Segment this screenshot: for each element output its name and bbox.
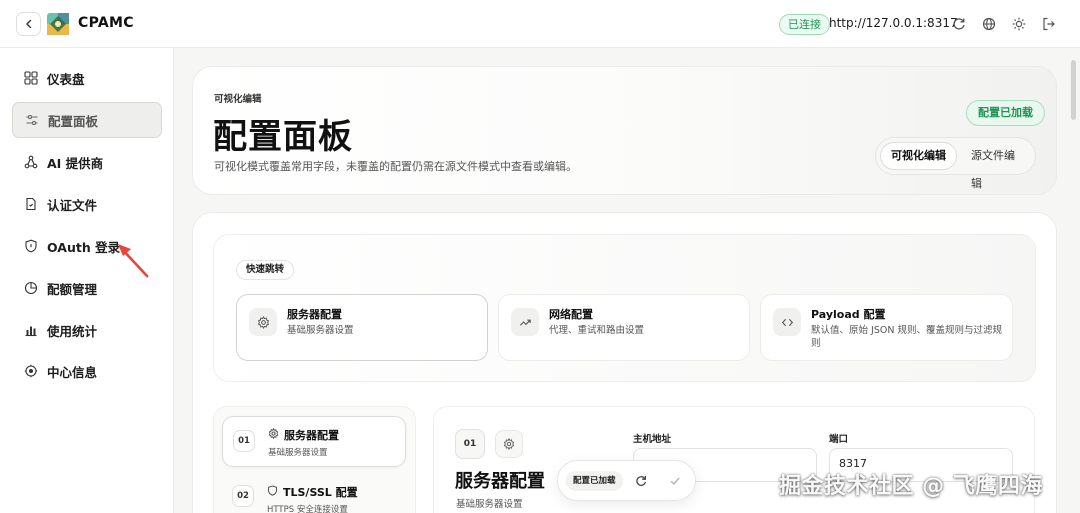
watermark: 掘金技术社区 @ 飞鹰四海	[779, 474, 1043, 499]
section-title: TLS/SSL 配置	[283, 486, 358, 499]
gear-icon	[503, 438, 515, 450]
section-subtitle: HTTPS 安全连接设置	[267, 505, 348, 513]
sidebar-item-label: 配额管理	[47, 281, 98, 297]
pie-icon	[24, 281, 38, 295]
hero-card: 可视化编辑 配置面板 可视化模式覆盖常用字段，未覆盖的配置仍需在源文件模式中查看…	[192, 66, 1057, 195]
section-title: 服务器配置	[284, 429, 339, 442]
page-scrollbar[interactable]	[1071, 60, 1076, 120]
sidebar-item-label: 配置面板	[48, 113, 99, 129]
chevron-left-icon	[25, 19, 31, 29]
back-button[interactable]	[16, 12, 41, 36]
info-center-icon	[24, 364, 38, 378]
detail-title: 服务器配置	[455, 471, 545, 492]
hero-eyebrow: 可视化编辑	[214, 94, 262, 105]
check-icon[interactable]	[668, 474, 682, 488]
refresh-icon[interactable]	[951, 16, 967, 32]
sidebar-item-label: 仪表盘	[47, 71, 85, 87]
quick-card-title: 服务器配置	[287, 308, 342, 321]
app-logo	[47, 13, 69, 35]
page-title: 配置面板	[213, 117, 353, 157]
quick-card-subtitle: 基础服务器设置	[287, 325, 354, 336]
shield-icon	[25, 239, 37, 253]
gear-icon	[268, 428, 279, 439]
sidebar-item-dashboard[interactable]: 仪表盘	[12, 60, 162, 96]
sidebar-item-auth-files[interactable]: 认证文件	[12, 186, 162, 222]
quick-card-icon-wrap	[511, 308, 539, 336]
section-item-tls[interactable]: 02 TLS/SSL 配置 HTTPS 安全连接设置	[222, 472, 406, 513]
sun-icon[interactable]	[1011, 16, 1027, 32]
sidebar-item-ai-providers[interactable]: AI 提供商	[12, 144, 162, 180]
detail-number: 01	[455, 429, 485, 459]
section-subtitle: 基础服务器设置	[268, 448, 328, 458]
sidebar-item-label: AI 提供商	[47, 155, 104, 171]
sidebar-item-config-panel[interactable]: 配置面板	[12, 102, 162, 138]
shield-icon	[268, 485, 277, 496]
sidebar-item-label: 认证文件	[47, 197, 98, 213]
quick-card-title: Payload 配置	[811, 308, 886, 321]
quick-card-network[interactable]: 网络配置 代理、重试和路由设置	[498, 294, 750, 361]
sidebar-item-label: 使用统计	[47, 323, 98, 339]
source-edit-tab[interactable]: 源文件编辑	[961, 142, 1035, 190]
code-icon	[781, 318, 793, 326]
section-number: 01	[233, 430, 255, 452]
quick-jump-label: 快速跳转	[236, 260, 295, 280]
logout-icon[interactable]	[1041, 16, 1057, 32]
quick-card-server[interactable]: 服务器配置 基础服务器设置	[236, 294, 488, 361]
sidebar-item-label: OAuth 登录	[47, 239, 121, 255]
app-title: CPAMC	[78, 15, 134, 31]
bar-chart-icon	[25, 326, 37, 337]
gear-icon	[257, 315, 269, 329]
sidebar-item-center-info[interactable]: 中心信息	[12, 353, 162, 389]
sliders-icon	[26, 114, 38, 126]
quick-card-subtitle: 代理、重试和路由设置	[549, 325, 645, 336]
mode-switch: 可视化编辑 源文件编辑	[875, 137, 1036, 190]
quick-card-subtitle: 默认值、原始 JSON 规则、覆盖规则与过滤规则	[811, 325, 1002, 349]
reload-icon[interactable]	[634, 474, 648, 488]
quick-card-title: 网络配置	[549, 308, 593, 321]
dashboard-icon	[24, 71, 38, 85]
quick-card-payload[interactable]: Payload 配置 默认值、原始 JSON 规则、覆盖规则与过滤规则	[760, 294, 1013, 361]
quick-card-icon-wrap	[773, 308, 801, 336]
network-icon	[24, 155, 38, 169]
file-icon	[26, 197, 36, 211]
config-loaded-badge: 配置已加载	[966, 100, 1045, 126]
port-label: 端口	[829, 434, 849, 445]
section-number: 02	[232, 485, 254, 507]
connection-status-badge: 已连接	[779, 14, 830, 35]
server-url: http://127.0.0.1:8317	[829, 16, 958, 30]
floating-action-bar: 配置已加载	[557, 460, 696, 501]
detail-icon-wrap	[495, 430, 523, 458]
trend-icon	[519, 319, 531, 326]
floating-status-badge: 配置已加载	[566, 471, 623, 491]
sidebar-item-label: 中心信息	[47, 364, 98, 380]
quick-card-icon-wrap	[249, 308, 277, 336]
page-description: 可视化模式覆盖常用字段，未覆盖的配置仍需在源文件模式中查看或编辑。	[214, 160, 577, 173]
globe-icon[interactable]	[981, 16, 997, 32]
detail-subtitle: 基础服务器设置	[456, 499, 523, 510]
visual-edit-tab[interactable]: 可视化编辑	[880, 142, 957, 170]
host-address-label: 主机地址	[633, 434, 672, 445]
sidebar-item-usage-stats[interactable]: 使用统计	[12, 312, 162, 348]
top-bar: CPAMC 已连接 http://127.0.0.1:8317	[0, 0, 1080, 48]
annotation-arrow-icon	[118, 244, 149, 278]
section-item-server[interactable]: 01 服务器配置 基础服务器设置	[222, 416, 406, 467]
